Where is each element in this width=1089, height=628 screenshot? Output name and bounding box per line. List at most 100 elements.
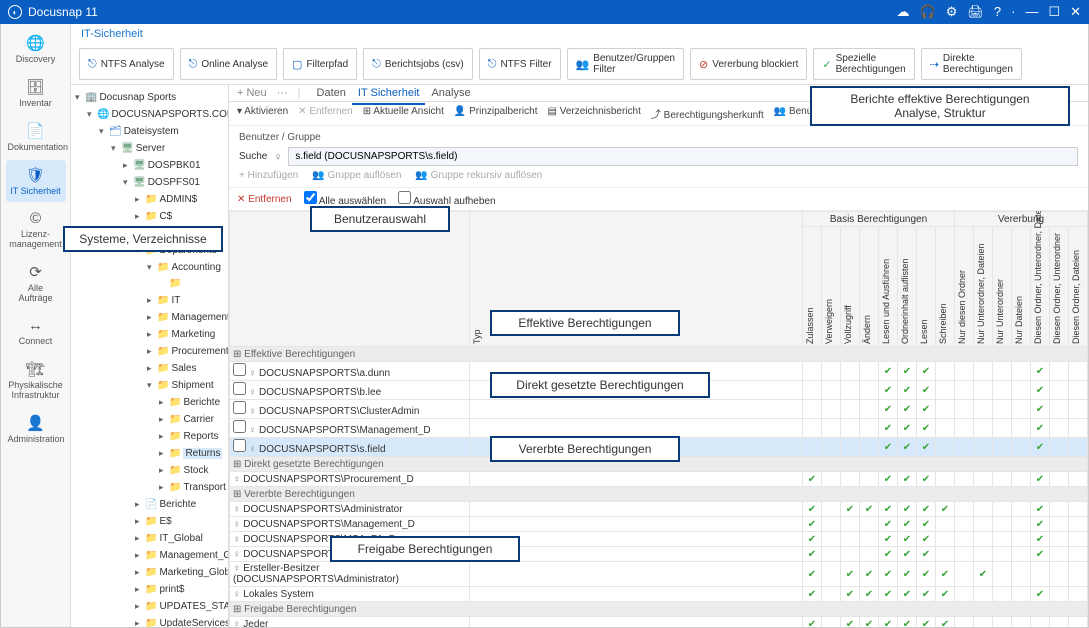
table-row[interactable]: ♀ DOCUSNAPSPORTS\b.lee ✔✔✔✔ [230, 381, 1088, 400]
tree-node[interactable]: ▾🏢Docusnap Sports [75, 89, 226, 106]
table-row[interactable]: ♀ DOCUSNAPSPORTS\Procurement_D ✔✔✔✔✔ [230, 472, 1088, 487]
more-button[interactable]: ··· [277, 87, 288, 99]
tree-node[interactable]: ▸📁Management_Global [135, 547, 226, 564]
search-input[interactable] [288, 147, 1078, 166]
toolbar-btn[interactable]: ⎋Online Analyse [180, 48, 277, 80]
folder-icon: 📁 [169, 278, 181, 289]
table-row[interactable]: ♀ Ersteller-Besitzer (DOCUSNAPSPORTS\Adm… [230, 562, 1088, 587]
toolbar-btn[interactable]: ⎋NTFS Analyse [79, 48, 174, 80]
tab-analyse[interactable]: Analyse [425, 85, 476, 103]
nav-tree[interactable]: ▾🏢Docusnap Sports ▾🌐DOCUSNAPSPORTS.COM ▾… [71, 85, 229, 627]
tree-node[interactable]: ▸📁ADMIN$ [135, 191, 226, 208]
folder-icon: 🗂 [109, 126, 122, 137]
tree-node[interactable]: ▸📁Returns [159, 445, 226, 462]
toolbar-btn[interactable]: ▢Filterpfad [283, 48, 357, 80]
table-row[interactable]: ♀ DOCUSNAPSPORTS\Management_D ✔✔✔✔✔ [230, 517, 1088, 532]
win-icon[interactable]: ✕ [1070, 4, 1081, 20]
subtb-item[interactable]: ▤ Verzeichnisbericht [547, 106, 640, 121]
tree-node[interactable]: ▸📁IT_Global [135, 530, 226, 547]
tree-node[interactable]: ▸📁Berichte [159, 394, 226, 411]
nav-connect[interactable]: ↔Connect [6, 311, 66, 352]
win-icon[interactable]: · [1011, 4, 1015, 20]
subtb-item[interactable]: ▾ Aktivieren [237, 106, 288, 121]
nav-discovery[interactable]: 🌐Discovery [6, 28, 66, 70]
tree-node[interactable]: ▾🗂Dateisystem [99, 123, 226, 140]
win-icon[interactable]: 🖨 [967, 4, 984, 20]
tree-node[interactable]: ▾🖥Server [111, 140, 226, 157]
win-icon[interactable]: 🎧 [920, 4, 936, 20]
win-icon[interactable]: ☁ [897, 4, 910, 20]
tree-node[interactable]: ▸📁E$ [135, 513, 226, 530]
nav-alle-aufträge[interactable]: ⟳AlleAufträge [6, 257, 66, 309]
nav-inventar[interactable]: 🗄Inventar [6, 72, 66, 114]
add-action[interactable]: 👥 Gruppe rekursiv auflösen [415, 170, 542, 181]
add-action[interactable]: 👥 Gruppe auflösen [312, 170, 401, 181]
win-icon[interactable]: ☐ [1048, 4, 1060, 20]
remove-button[interactable]: ✕ Entfernen [237, 194, 292, 205]
tree-node[interactable]: ▾🌐DOCUSNAPSPORTS.COM [87, 106, 226, 123]
group-header[interactable]: ⊞ Vererbte Berechtigungen [230, 487, 1088, 502]
nav-administration[interactable]: 👤Administration [6, 408, 66, 450]
nav-it-sicherheit[interactable]: 🛡IT Sicherheit [6, 160, 66, 202]
tree-node[interactable]: ▾📁Departments [135, 242, 226, 259]
table-row[interactable]: ♀ DOCUSNAPSPORTS\ClusterAdmin ✔✔✔✔ [230, 400, 1088, 419]
deselect-all-checkbox[interactable]: Auswahl aufheben [398, 191, 496, 207]
select-all-checkbox[interactable]: Alle auswählen [304, 191, 387, 207]
tree-node[interactable]: ▾📁Accounting [147, 259, 226, 276]
table-row[interactable]: ♀ DOCUSNAPSPORTS\s.field ✔✔✔✔ [230, 438, 1088, 457]
table-row[interactable]: ♀ DOCUSNAPSPORTS\Management_D ✔✔✔✔ [230, 419, 1088, 438]
tree-node[interactable]: ▾🖥DOSPFS01 [123, 174, 226, 191]
win-icon[interactable]: ? [994, 4, 1001, 20]
win-icon[interactable]: ⚙ [946, 4, 958, 20]
nav-dokumentation[interactable]: 📄Dokumentation [6, 116, 66, 158]
tree-node[interactable]: ▸📁Stock [159, 462, 226, 479]
tree-node[interactable]: ▸📁D$ [135, 225, 226, 242]
group-header[interactable]: ⊞ Freigabe Berechtigungen [230, 602, 1088, 617]
group-header[interactable]: ⊞ Direkt gesetzte Berechtigungen [230, 457, 1088, 472]
subtb-item[interactable]: ⊞ Aktuelle Ansicht [363, 106, 444, 121]
subtb-item[interactable]: 👤 Prinzipalbericht [454, 106, 538, 121]
toolbar-btn[interactable]: ⎋Berichtsjobs (csv) [363, 48, 473, 80]
toolbar-btn[interactable]: ✓SpezielleBerechtigungen [813, 48, 914, 80]
nav-physikalische-infrastruktur[interactable]: 🏗PhysikalischeInfrastruktur [6, 354, 66, 406]
tree-node[interactable]: ▸📁C$ [135, 208, 226, 225]
tree-node[interactable]: 📁 [159, 276, 226, 292]
tree-node[interactable]: ▸📁UPDATES_STANDALONE [135, 598, 226, 615]
table-row[interactable]: ♀ Jeder ✔✔✔✔✔✔✔ [230, 617, 1088, 628]
toolbar-btn[interactable]: ⎋NTFS Filter [479, 48, 561, 80]
tree-node[interactable]: ▸📁Marketing [147, 326, 226, 343]
tree-node[interactable]: ▸📁Marketing_Global [135, 564, 226, 581]
tree-node[interactable]: ▸📁Transport & Delivery S [159, 479, 226, 496]
add-action[interactable]: + Hinzufügen [239, 170, 298, 181]
subtb-item[interactable]: 👥 Benutzer/Gruppen Struktur [774, 106, 909, 121]
nav-lizenz--management[interactable]: ©Lizenz-management [6, 204, 66, 255]
folder-icon: 📄 [145, 499, 157, 510]
tab-daten[interactable]: Daten [311, 85, 352, 103]
table-row[interactable]: ♀ DOCUSNAPSPORTS\Administrator ✔✔✔✔✔✔✔✔ [230, 502, 1088, 517]
tree-node[interactable]: ▸📄Berichte [135, 496, 226, 513]
tree-node[interactable]: ▸📁Procurement [147, 343, 226, 360]
nav-icon: 📄 [8, 122, 64, 140]
table-row[interactable]: ♀ Lokales System ✔✔✔✔✔✔✔✔ [230, 587, 1088, 602]
table-row[interactable]: ♀ DOCUSNAPSPORTS\a.dunn ✔✔✔✔ [230, 362, 1088, 381]
tree-node[interactable]: ▸📁Carrier [159, 411, 226, 428]
tree-node[interactable]: ▸📁print$ [135, 581, 226, 598]
tree-node[interactable]: ▸📁UpdateServicesPackages [135, 615, 226, 627]
table-row[interactable]: ♀ DOCUSNAPSPORTS\MSA_FA_D ✔✔✔✔✔ [230, 532, 1088, 547]
search-label: Suche [239, 151, 267, 162]
tree-node[interactable]: ▸📁Reports [159, 428, 226, 445]
group-header[interactable]: ⊞ Effektive Berechtigungen [230, 347, 1088, 362]
tree-node[interactable]: ▸📁IT [147, 292, 226, 309]
subtb-item[interactable]: ⤴ Berechtigungsherkunft [651, 106, 764, 121]
table-row[interactable]: ♀ DOCUSNAPSPORTS\Shipment_D ✔✔✔✔✔ [230, 547, 1088, 562]
tree-node[interactable]: ▸📁Sales [147, 360, 226, 377]
toolbar-btn[interactable]: ⇢DirekteBerechtigungen [921, 48, 1022, 80]
toolbar-btn[interactable]: 👥Benutzer/GruppenFilter [567, 48, 684, 80]
toolbar-btn[interactable]: ⊘Vererbung blockiert [690, 48, 807, 80]
new-button[interactable]: + Neu [237, 87, 267, 99]
tree-node[interactable]: ▾📁Shipment [147, 377, 226, 394]
win-icon[interactable]: — [1025, 4, 1038, 20]
tree-node[interactable]: ▸📁Management [147, 309, 226, 326]
toolbar-icon: ⎋ [88, 58, 97, 71]
tree-node[interactable]: ▸🖥DOSPBK01 [123, 157, 226, 174]
